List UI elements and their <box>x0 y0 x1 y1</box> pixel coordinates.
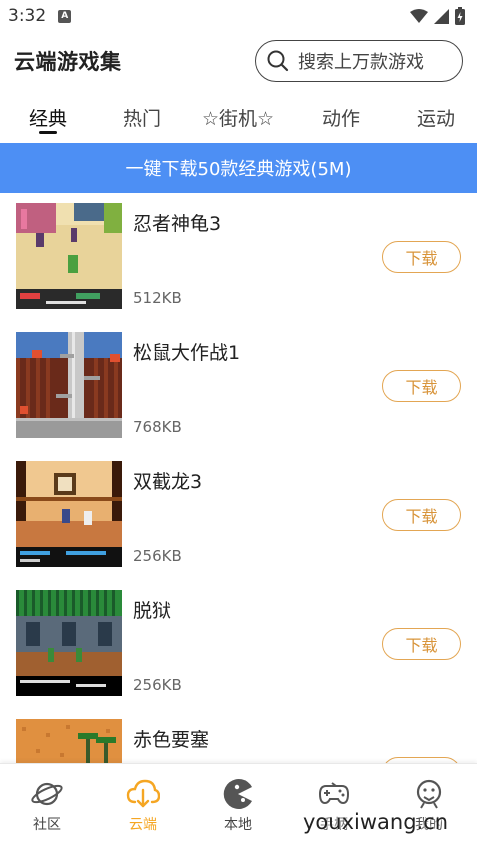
game-name: 忍者神龟3 <box>133 213 222 235</box>
nav-community[interactable]: 社区 <box>12 778 82 834</box>
game-thumbnail <box>16 590 122 696</box>
game-size: 256KB <box>133 547 182 565</box>
download-all-banner[interactable]: 一键下载50款经典游戏(5M) <box>0 143 477 193</box>
nav-label: 社区 <box>33 817 61 833</box>
tab-hot[interactable]: 热门 <box>123 104 161 131</box>
game-list-item[interactable]: 忍者神龟3 512KB 下载 <box>0 203 477 332</box>
download-button[interactable]: 下载 <box>382 370 461 402</box>
battery-icon <box>455 7 465 25</box>
game-name: 脱狱 <box>133 600 172 622</box>
game-thumbnail <box>16 332 122 438</box>
category-tabs: 经典 热门 ☆街机☆ 动作 运动 <box>0 96 477 140</box>
app-title: 云端游戏集 <box>14 50 122 74</box>
game-thumbnail <box>16 719 122 763</box>
game-size: 768KB <box>133 418 182 436</box>
game-list-item[interactable]: 脱狱 256KB 下载 <box>0 590 477 719</box>
tab-action[interactable]: 动作 <box>322 104 360 131</box>
game-name: 双截龙3 <box>133 471 203 493</box>
search-placeholder: 搜索上万款游戏 <box>298 52 424 73</box>
status-bar: 3:32 A <box>0 0 477 32</box>
active-tab-indicator <box>39 131 57 134</box>
game-thumbnail <box>16 203 122 309</box>
cloud-download-icon <box>126 779 160 808</box>
wifi-icon <box>410 8 428 23</box>
notification-badge-icon: A <box>58 9 72 23</box>
watermark: youxiwang.cn <box>303 810 449 834</box>
planet-icon <box>31 782 63 806</box>
download-button[interactable]: 下载 <box>382 628 461 660</box>
pacman-icon <box>223 779 252 809</box>
game-list-item[interactable]: 双截龙3 256KB 下载 <box>0 461 477 590</box>
search-icon <box>267 50 289 72</box>
game-name: 赤色要塞 <box>133 729 210 751</box>
profile-icon <box>416 779 442 809</box>
app-header: 云端游戏集 搜索上万款游戏 <box>0 36 477 86</box>
download-button[interactable]: 下载 <box>382 241 461 273</box>
game-size: 256KB <box>133 676 182 694</box>
nav-label: 本地 <box>224 817 252 833</box>
status-indicators <box>410 7 465 25</box>
game-list-item[interactable]: 松鼠大作战1 768KB 下载 <box>0 332 477 461</box>
game-name: 松鼠大作战1 <box>133 342 241 364</box>
nav-label: 云端 <box>129 817 157 833</box>
gamepad-icon <box>318 782 350 805</box>
bottom-navigation: 社区 云端 本地 手柄 我的 <box>0 763 477 848</box>
game-list-item[interactable]: 赤色要塞 下载 <box>0 719 477 763</box>
status-time: 3:32 <box>8 6 47 26</box>
game-size: 512KB <box>133 289 182 307</box>
tab-classic[interactable]: 经典 <box>29 104 67 131</box>
nav-local[interactable]: 本地 <box>203 778 273 834</box>
signal-icon <box>434 8 449 24</box>
tab-sports[interactable]: 运动 <box>417 104 455 131</box>
tab-arcade[interactable]: ☆街机☆ <box>202 104 274 131</box>
nav-cloud[interactable]: 云端 <box>108 778 178 834</box>
game-thumbnail <box>16 461 122 567</box>
search-input[interactable]: 搜索上万款游戏 <box>255 40 463 82</box>
download-button[interactable]: 下载 <box>382 499 461 531</box>
game-list: 忍者神龟3 512KB 下载 松鼠大作战1 768KB 下载 双截龙3 256K… <box>0 193 477 763</box>
